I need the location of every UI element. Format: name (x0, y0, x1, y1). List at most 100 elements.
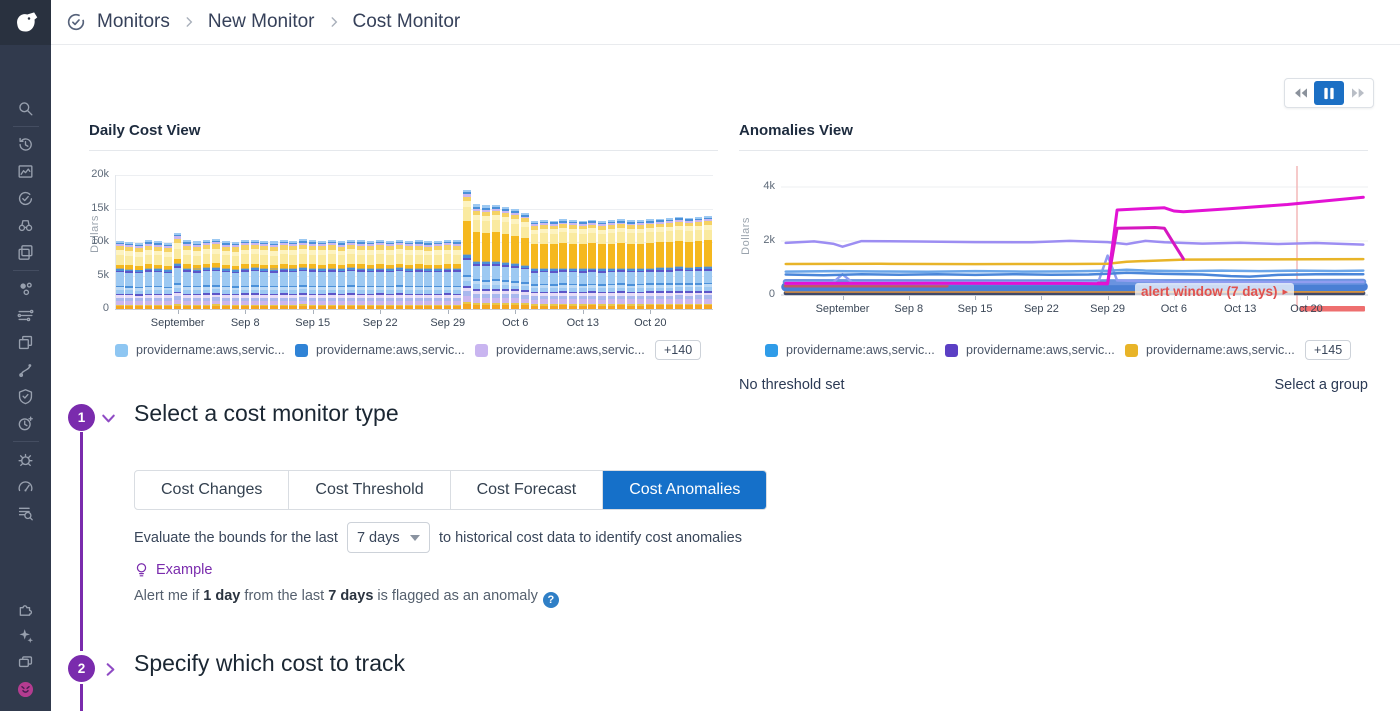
example-label[interactable]: Example (156, 562, 212, 578)
cost-bar-day-51[interactable] (608, 220, 616, 309)
breadcrumb-item-cost-monitor[interactable]: Cost Monitor (353, 11, 461, 33)
cost-bar-day-3[interactable] (145, 240, 153, 309)
log-explorer-icon[interactable] (9, 500, 43, 527)
apm-icon[interactable] (9, 329, 43, 356)
cost-bar-day-6[interactable] (174, 232, 182, 309)
cost-bar-day-33[interactable] (434, 240, 442, 309)
breadcrumb-item-new-monitor[interactable]: New Monitor (208, 11, 315, 33)
notebooks-icon[interactable] (9, 239, 43, 266)
traces-icon[interactable] (9, 356, 43, 383)
cost-bar-day-18[interactable] (289, 241, 297, 309)
cost-bar-day-40[interactable] (502, 207, 510, 309)
anomalies-legend-item[interactable]: providername:aws,servic... (1125, 343, 1305, 357)
anomalies-legend-item[interactable]: providername:aws,servic... (765, 343, 945, 357)
cost-bar-day-37[interactable] (473, 204, 481, 309)
synthetics-icon[interactable] (9, 410, 43, 437)
cost-bar-day-52[interactable] (617, 219, 625, 309)
section-1-chevron-down-icon[interactable] (99, 409, 118, 428)
cost-bar-day-58[interactable] (675, 217, 683, 309)
cost-bar-day-11[interactable] (222, 241, 230, 309)
tab-cost-threshold[interactable]: Cost Threshold (289, 471, 450, 509)
cost-bar-day-8[interactable] (193, 241, 201, 309)
service-map-icon[interactable] (9, 275, 43, 302)
cost-bar-day-54[interactable] (637, 220, 645, 309)
cost-bar-day-2[interactable] (135, 243, 143, 309)
cost-bar-day-32[interactable] (424, 241, 432, 309)
infrastructure-icon[interactable] (9, 302, 43, 329)
cost-bar-day-39[interactable] (492, 205, 500, 309)
cost-bar-day-20[interactable] (309, 240, 317, 309)
cost-bar-day-14[interactable] (251, 239, 259, 309)
cost-bar-day-15[interactable] (260, 240, 268, 309)
select-a-group-link[interactable]: Select a group (1274, 377, 1368, 393)
tab-cost-changes[interactable]: Cost Changes (135, 471, 289, 509)
section-2-title[interactable]: Specify which cost to track (134, 650, 405, 677)
cost-bar-day-42[interactable] (521, 213, 529, 309)
cost-bar-day-34[interactable] (444, 240, 452, 309)
section-1-title[interactable]: Select a cost monitor type (134, 400, 399, 427)
cost-bar-day-28[interactable] (386, 240, 394, 309)
cost-bar-day-44[interactable] (540, 220, 548, 309)
anomalies-legend-overflow-badge[interactable]: +145 (1305, 340, 1351, 360)
cost-bar-day-41[interactable] (511, 209, 519, 309)
error-tracking-icon[interactable] (9, 446, 43, 473)
lookback-window-select[interactable]: 7 days (347, 522, 430, 553)
cost-bar-day-43[interactable] (531, 221, 539, 309)
cost-bar-day-59[interactable] (685, 218, 693, 309)
cost-bar-day-25[interactable] (357, 240, 365, 309)
cost-bar-day-53[interactable] (627, 220, 635, 309)
pause-button[interactable] (1314, 81, 1344, 105)
cost-bar-day-60[interactable] (695, 217, 703, 309)
history-icon[interactable] (9, 131, 43, 158)
daily-legend-item[interactable]: providername:aws,servic... (475, 343, 655, 357)
dashboards-icon[interactable] (9, 158, 43, 185)
cost-bar-day-48[interactable] (579, 221, 587, 309)
performance-icon[interactable] (9, 473, 43, 500)
breadcrumb-item-monitors[interactable]: Monitors (97, 11, 170, 33)
fast-forward-button[interactable] (1344, 81, 1371, 105)
cost-bar-day-22[interactable] (328, 240, 336, 309)
cost-bar-day-16[interactable] (270, 241, 278, 309)
cost-bar-day-5[interactable] (164, 243, 172, 309)
daily-legend-overflow-badge[interactable]: +140 (655, 340, 701, 360)
datadog-logo[interactable] (0, 0, 51, 45)
cost-bar-day-36[interactable] (463, 190, 471, 309)
cost-bar-day-29[interactable] (396, 239, 404, 309)
user-avatar[interactable] (9, 676, 43, 703)
cost-bar-day-24[interactable] (347, 239, 355, 309)
cost-bar-day-38[interactable] (482, 205, 490, 309)
cost-bar-day-21[interactable] (318, 241, 326, 309)
cost-bar-day-19[interactable] (299, 239, 307, 309)
cost-bar-day-17[interactable] (280, 240, 288, 309)
cost-bar-day-49[interactable] (588, 220, 596, 309)
cost-bar-day-46[interactable] (559, 219, 567, 309)
cost-bar-day-61[interactable] (704, 216, 712, 309)
section-2-chevron-right-icon[interactable] (101, 660, 120, 679)
search-icon[interactable] (9, 95, 43, 122)
monitors-icon[interactable] (9, 185, 43, 212)
cost-bar-day-27[interactable] (376, 240, 384, 309)
cost-bar-day-12[interactable] (232, 242, 240, 309)
anomalies-legend-item[interactable]: providername:aws,servic... (945, 343, 1125, 357)
cost-bar-day-23[interactable] (338, 241, 346, 309)
cost-bar-day-57[interactable] (666, 218, 674, 309)
cost-bar-day-30[interactable] (405, 241, 413, 309)
cost-bar-day-35[interactable] (453, 240, 461, 309)
cost-bar-day-31[interactable] (415, 240, 423, 309)
integrations-icon[interactable] (9, 595, 43, 622)
daily-legend-item[interactable]: providername:aws,servic... (295, 343, 475, 357)
cost-bar-day-4[interactable] (154, 241, 162, 309)
security-icon[interactable] (9, 383, 43, 410)
cost-bar-day-56[interactable] (656, 219, 664, 309)
help-icon[interactable]: ? (543, 592, 559, 608)
cost-bar-day-50[interactable] (598, 221, 606, 309)
watchdog-icon[interactable] (9, 212, 43, 239)
cost-bar-day-13[interactable] (241, 240, 249, 309)
rewind-button[interactable] (1287, 81, 1314, 105)
cost-bar-day-26[interactable] (367, 241, 375, 309)
cost-bar-day-47[interactable] (569, 220, 577, 309)
cost-bar-day-1[interactable] (125, 242, 133, 309)
tab-cost-forecast[interactable]: Cost Forecast (451, 471, 604, 509)
cost-bar-day-0[interactable] (116, 241, 124, 309)
tab-cost-anomalies[interactable]: Cost Anomalies (603, 471, 766, 509)
